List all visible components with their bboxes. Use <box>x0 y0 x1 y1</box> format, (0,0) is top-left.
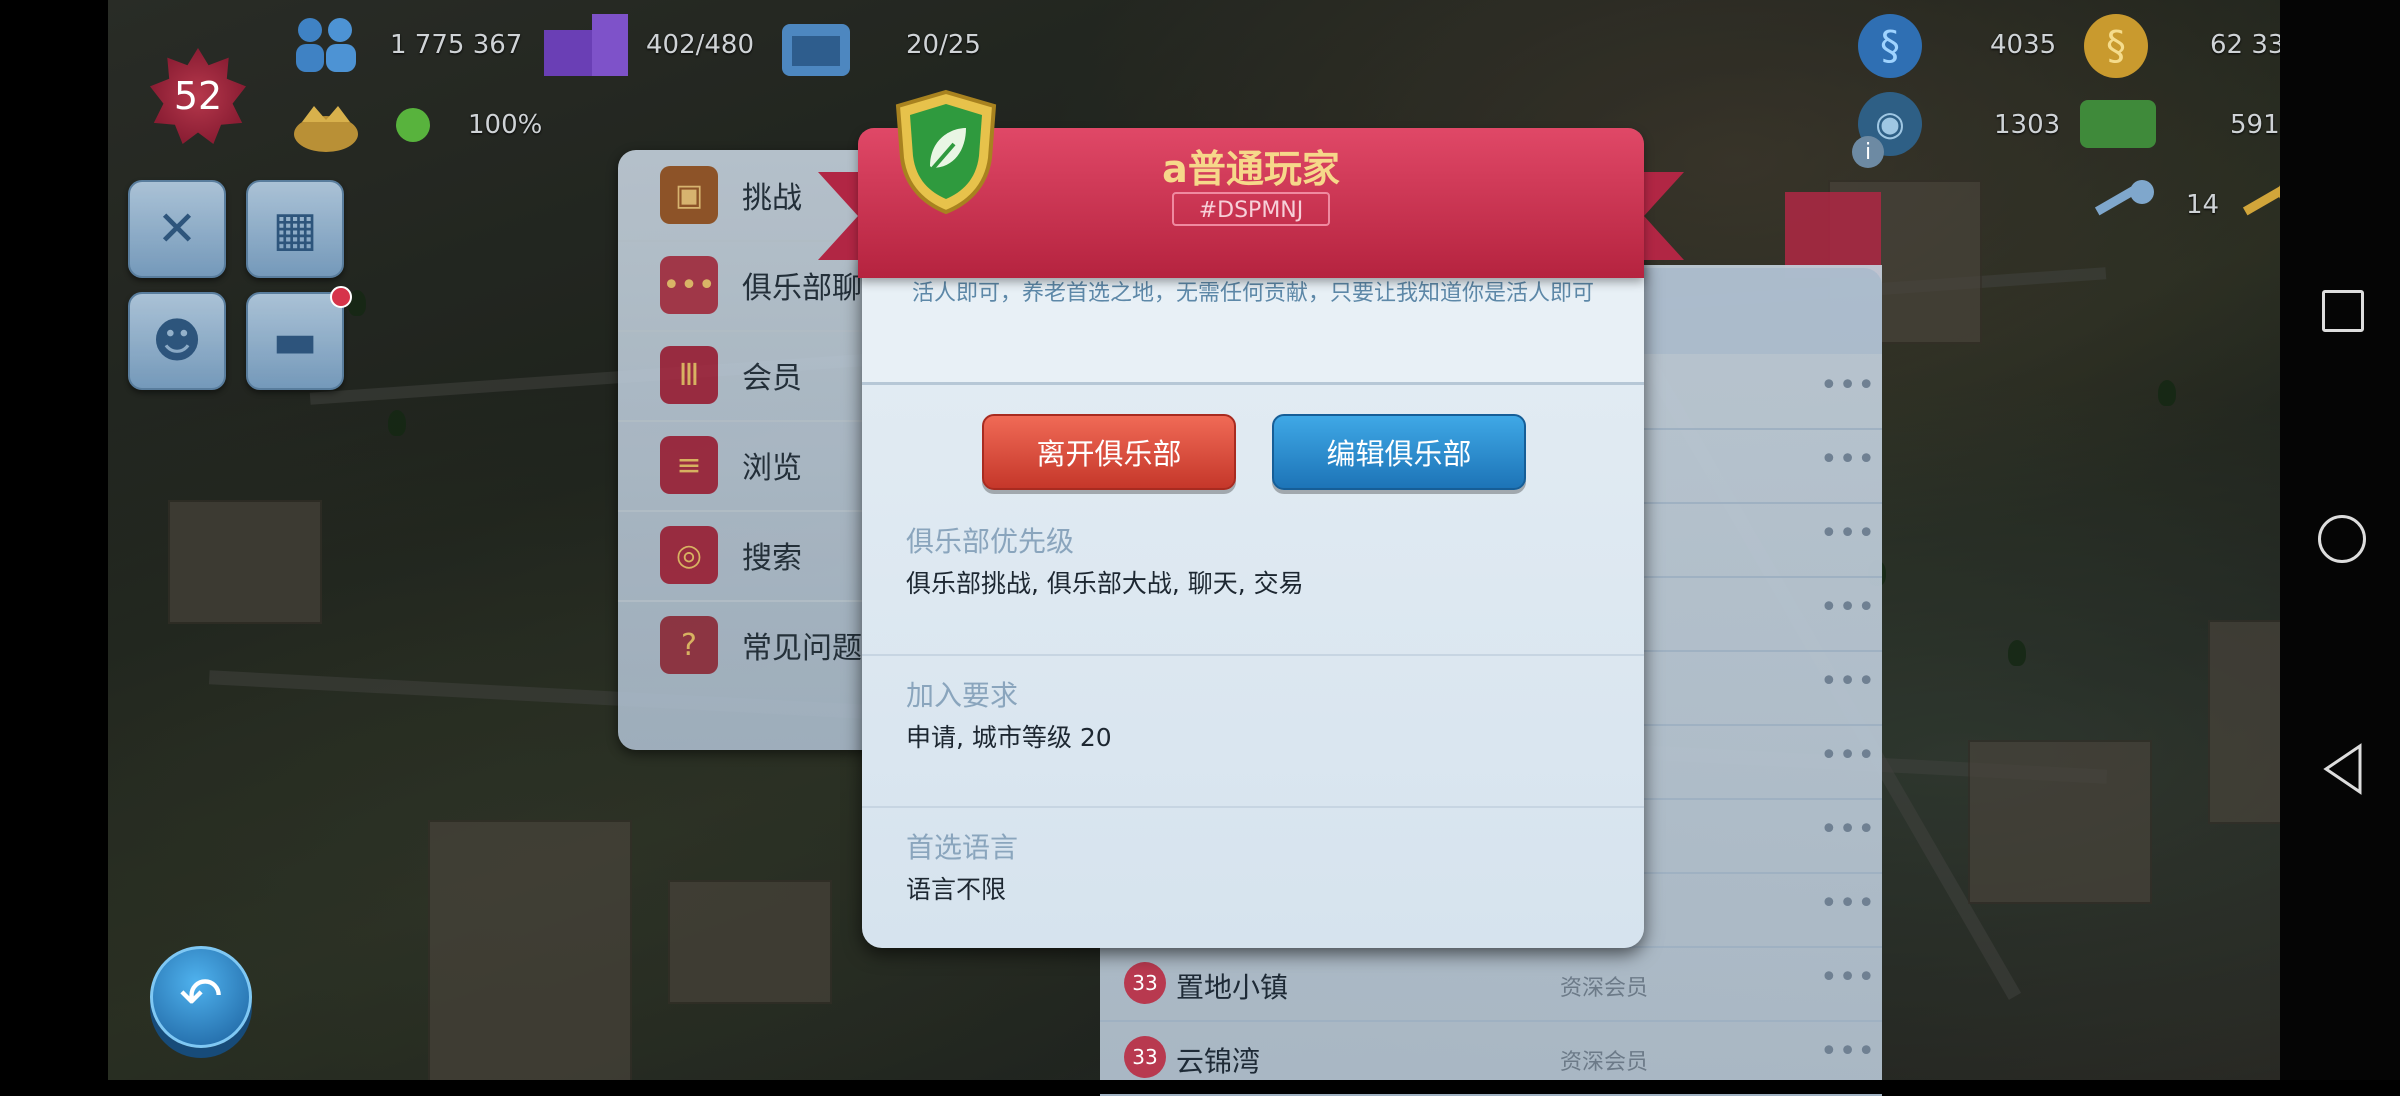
list-shield-icon: ≡ <box>660 436 718 494</box>
book-icon: ? <box>660 616 718 674</box>
info-icon[interactable]: i <box>1852 136 1884 168</box>
member-name: 置地小镇 <box>1176 971 1289 1004</box>
tools-icon: ✕ <box>156 201 198 257</box>
member-level-badge: 33 <box>1124 1036 1166 1078</box>
divider <box>862 806 1644 808</box>
menu-item-members[interactable]: Ⅲ 会员 <box>618 330 898 422</box>
language-title: 首选语言 <box>906 831 1019 864</box>
home-button[interactable] <box>2318 515 2366 563</box>
level-value: 52 <box>173 74 223 118</box>
recent-apps-button[interactable] <box>2322 290 2364 332</box>
member-row[interactable]: 33 云锦湾 资深会员 ••• <box>1100 1020 1882 1096</box>
priority-value: 俱乐部挑战, 俱乐部大战, 聊天, 交易 <box>906 569 1304 598</box>
language-value: 语言不限 <box>906 875 1007 904</box>
menu-item-browse[interactable]: ≡ 浏览 <box>618 420 898 512</box>
banner-ribbon-right <box>1644 172 1684 260</box>
population-icon <box>288 12 366 78</box>
more-options-icon[interactable]: ••• <box>1820 960 1876 995</box>
member-level-badge: 33 <box>1124 962 1166 1004</box>
club-description: 活人即可，养老首选之地，无需任何贡献，只要让我知道你是活人即可 <box>911 281 1594 306</box>
simcash-value: 4035 <box>1990 30 2057 60</box>
more-options-icon[interactable]: ••• <box>1820 664 1876 699</box>
club-button[interactable]: ☻ <box>128 292 226 390</box>
magnifier-icon: ◎ <box>660 526 718 584</box>
money-icon <box>2080 100 2156 148</box>
more-options-icon[interactable]: ••• <box>1820 368 1876 403</box>
menu-item-faq[interactable]: ? 常见问题 <box>618 600 898 690</box>
storage-icon[interactable] <box>540 8 636 80</box>
member-role: 资深会员 <box>1560 1050 1649 1075</box>
happiness-icon <box>396 108 430 142</box>
bank-shield-icon: Ⅲ <box>660 346 718 404</box>
system-nav-bar <box>2280 0 2400 1080</box>
more-options-icon[interactable]: ••• <box>1820 516 1876 551</box>
more-options-icon[interactable]: ••• <box>1820 738 1876 773</box>
golden-keys-value: 14 <box>2186 190 2220 220</box>
menu-item-label: 挑战 <box>742 181 802 216</box>
more-options-icon[interactable]: ••• <box>1820 590 1876 625</box>
golden-key-icon <box>2086 176 2158 232</box>
menu-item-label: 会员 <box>742 361 802 396</box>
menu-item-search[interactable]: ◎ 搜索 <box>618 510 898 602</box>
more-options-icon[interactable]: ••• <box>1820 442 1876 477</box>
divider <box>862 654 1644 656</box>
build-tools-button[interactable]: ✕ <box>128 180 226 278</box>
people-icon: ☻ <box>151 313 203 369</box>
warehouse-icon[interactable] <box>776 10 856 80</box>
notification-dot <box>330 286 352 308</box>
calendar-icon: ▦ <box>272 201 318 257</box>
member-row[interactable]: 33 置地小镇 资深会员 ••• <box>1100 946 1882 1022</box>
simcash-icon: § <box>1858 14 1922 78</box>
undo-arrow-icon: ↶ <box>179 967 223 1027</box>
member-role: 资深会员 <box>1560 976 1649 1001</box>
back-triangle-icon[interactable] <box>2320 742 2364 796</box>
slots-value: 20/25 <box>906 30 981 60</box>
menu-item-label: 俱乐部聊 <box>742 271 862 306</box>
menu-item-label: 浏览 <box>742 451 802 486</box>
games-button[interactable]: ▬ <box>246 292 344 390</box>
vip-icon[interactable] <box>286 100 366 156</box>
chat-bubble-icon: ••• <box>660 256 718 314</box>
edit-club-button[interactable]: 编辑俱乐部 <box>1272 414 1526 490</box>
menu-item-label: 常见问题 <box>742 631 862 666</box>
neosimoleons-value: 1303 <box>1994 110 2061 140</box>
requirements-value: 申请, 城市等级 20 <box>906 723 1112 752</box>
treasure-chest-icon: ▣ <box>660 166 718 224</box>
club-info-dialog: 活人即可，养老首选之地，无需任何贡献，只要让我知道你是活人即可 离开俱乐部 编辑… <box>862 244 1644 948</box>
more-options-icon[interactable]: ••• <box>1820 886 1876 921</box>
more-options-icon[interactable]: ••• <box>1820 812 1876 847</box>
calendar-button[interactable]: ▦ <box>246 180 344 278</box>
requirements-title: 加入要求 <box>906 679 1019 712</box>
priority-title: 俱乐部优先级 <box>906 525 1075 558</box>
back-button[interactable]: ↶ <box>150 946 252 1048</box>
population-value: 1 775 367 <box>390 30 523 60</box>
simoleon-icon: § <box>2084 14 2148 78</box>
club-emblem-icon <box>892 88 1000 216</box>
gamepad-icon: ▬ <box>272 313 318 369</box>
more-options-icon[interactable]: ••• <box>1820 1034 1876 1069</box>
leave-club-button[interactable]: 离开俱乐部 <box>982 414 1236 490</box>
menu-item-label: 搜索 <box>742 541 802 576</box>
storage-value: 402/480 <box>646 30 755 60</box>
club-tag: #DSPMNJ <box>1172 192 1330 226</box>
banner-ribbon-left <box>818 172 858 260</box>
happiness-value: 100% <box>468 110 543 140</box>
member-name: 云锦湾 <box>1176 1045 1261 1078</box>
